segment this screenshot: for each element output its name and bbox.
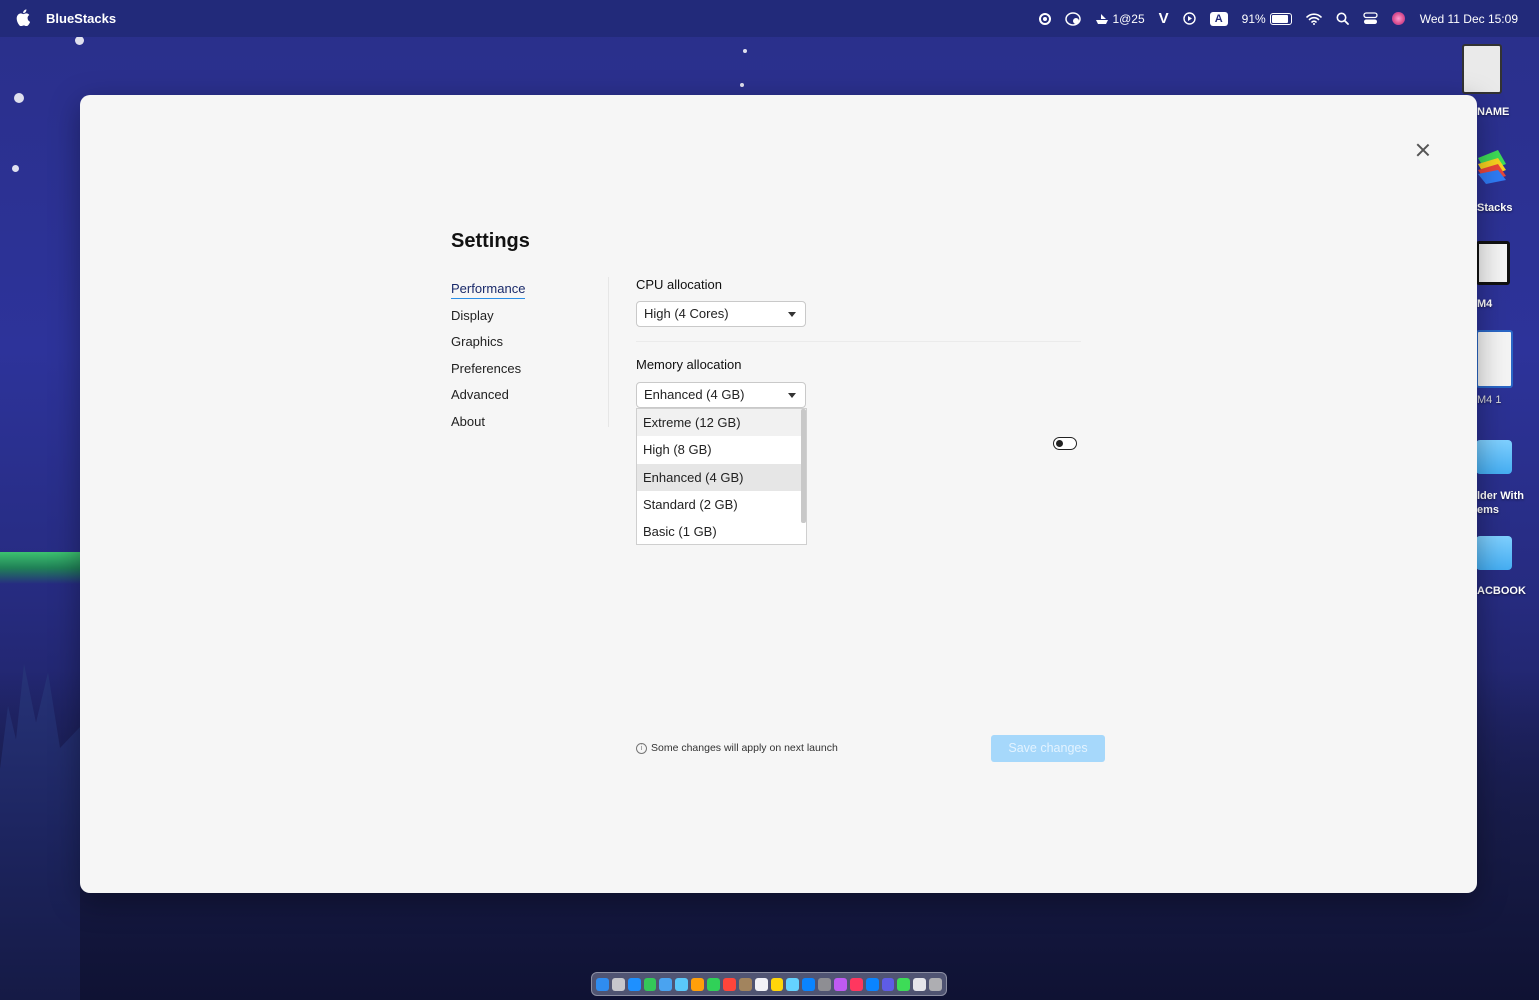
restart-note-text: Some changes will apply on next launch xyxy=(651,742,838,754)
folder-icon[interactable] xyxy=(1476,440,1512,474)
downloads-icon[interactable] xyxy=(913,977,927,991)
app-icon[interactable] xyxy=(881,977,895,991)
control-center-icon[interactable] xyxy=(1356,0,1385,37)
launchpad-icon[interactable] xyxy=(611,977,625,991)
dropdown-scrollbar[interactable] xyxy=(801,409,806,523)
messages-icon[interactable] xyxy=(643,977,657,991)
input-source[interactable]: A xyxy=(1203,0,1235,37)
toggle-knob xyxy=(1056,439,1063,447)
finder-icon[interactable] xyxy=(596,977,609,991)
desktop-icon-label: Stacks xyxy=(1477,202,1513,214)
memory-allocation-value: Enhanced (4 GB) xyxy=(644,387,745,402)
menu-bar: BlueStacks 1@25 V A 91% Wed 11 Dec 15:09 xyxy=(0,0,1539,37)
dropdown-option-standard[interactable]: Standard (2 GB) xyxy=(637,491,803,518)
dock xyxy=(591,972,947,996)
record-icon[interactable] xyxy=(1032,0,1058,37)
settings-window: Settings Performance Display Graphics Pr… xyxy=(80,95,1477,893)
maps-icon[interactable] xyxy=(675,977,689,991)
nav-item-about[interactable]: About xyxy=(451,414,485,429)
play-icon[interactable] xyxy=(1176,0,1203,37)
bluestacks-dock-icon[interactable] xyxy=(897,977,911,991)
dropdown-option-high[interactable]: High (8 GB) xyxy=(637,436,803,463)
section-divider xyxy=(636,341,1081,342)
desktop-icon-label: lder With ems xyxy=(1477,490,1524,516)
facetime-icon[interactable] xyxy=(707,977,720,991)
siri-icon[interactable] xyxy=(1385,0,1412,37)
close-icon[interactable] xyxy=(1414,141,1432,159)
screenshot-thumbnail-icon[interactable] xyxy=(1476,330,1513,388)
cpu-allocation-value: High (4 Cores) xyxy=(644,306,729,321)
dropdown-option-extreme[interactable]: Extreme (12 GB) xyxy=(637,409,803,436)
restart-note: i Some changes will apply on next launch xyxy=(636,742,838,754)
memory-allocation-dropdown: Extreme (12 GB) High (8 GB) Enhanced (4 … xyxy=(636,408,807,545)
menubar-right: 1@25 V A 91% Wed 11 Dec 15:09 xyxy=(1032,0,1525,37)
desktop-icon-label: M4 1 xyxy=(1477,394,1502,406)
contacts-icon[interactable] xyxy=(738,977,752,991)
app-icon[interactable] xyxy=(865,977,879,991)
memory-allocation-label: Memory allocation xyxy=(636,357,742,372)
apple-icon[interactable] xyxy=(16,9,30,26)
notes-icon[interactable] xyxy=(770,977,784,991)
input-source-label: A xyxy=(1209,11,1228,26)
clock[interactable]: Wed 11 Dec 15:09 xyxy=(1412,0,1525,37)
desktop-icon-label: ACBOOK xyxy=(1477,585,1526,597)
star xyxy=(14,93,24,103)
battery-percent: 91% xyxy=(1241,11,1266,26)
page-title: Settings xyxy=(451,230,530,252)
desktop-trees xyxy=(0,664,80,1000)
chevron-down-icon xyxy=(788,393,796,398)
nav-item-performance[interactable]: Performance xyxy=(451,281,526,299)
aurora xyxy=(0,552,90,584)
save-changes-button[interactable]: Save changes xyxy=(991,735,1105,762)
wifi-icon[interactable] xyxy=(1299,0,1329,37)
reminders-icon[interactable] xyxy=(754,977,768,991)
app-icon[interactable] xyxy=(833,977,847,991)
dropdown-option-basic[interactable]: Basic (1 GB) xyxy=(637,518,803,544)
bluestacks-icon[interactable] xyxy=(1476,148,1508,189)
nav-item-display[interactable]: Display xyxy=(451,308,494,323)
nav-item-graphics[interactable]: Graphics xyxy=(451,334,503,349)
folder-icon[interactable] xyxy=(1476,536,1512,570)
desktop-icon-label: M4 xyxy=(1477,298,1493,310)
trash-icon[interactable] xyxy=(929,977,942,991)
star xyxy=(75,36,84,45)
boat-icon xyxy=(1096,13,1109,24)
timer-item[interactable]: 1@25 xyxy=(1088,0,1151,37)
mail-icon[interactable] xyxy=(659,977,673,991)
timer-text: 1@25 xyxy=(1112,11,1145,26)
star xyxy=(743,49,747,53)
app-store-icon[interactable] xyxy=(802,977,816,991)
desktop-icon-label: NAME xyxy=(1477,106,1510,118)
spotlight-search-icon[interactable] xyxy=(1329,0,1356,37)
notification-icon[interactable] xyxy=(1058,0,1088,37)
nav-item-preferences[interactable]: Preferences xyxy=(451,361,521,376)
safari-icon[interactable] xyxy=(627,977,641,991)
chevron-down-icon xyxy=(788,312,796,317)
calendar-icon[interactable] xyxy=(722,977,736,991)
memory-allocation-select[interactable]: Enhanced (4 GB) xyxy=(636,382,806,408)
battery-status[interactable]: 91% xyxy=(1235,0,1299,37)
music-icon[interactable] xyxy=(849,977,863,991)
screenshot-thumbnail-icon[interactable] xyxy=(1476,241,1510,285)
system-settings-icon[interactable] xyxy=(818,977,831,991)
photos-icon[interactable] xyxy=(691,977,705,991)
v-menu-item[interactable]: V xyxy=(1152,0,1176,37)
nav-item-advanced[interactable]: Advanced xyxy=(451,387,509,402)
star xyxy=(740,83,744,87)
dropdown-option-enhanced[interactable]: Enhanced (4 GB) xyxy=(637,464,803,491)
info-icon: i xyxy=(636,742,647,754)
setting-toggle[interactable] xyxy=(1053,437,1077,450)
battery-icon xyxy=(1269,12,1292,25)
app-name[interactable]: BlueStacks xyxy=(46,11,116,26)
cpu-allocation-label: CPU allocation xyxy=(636,277,722,292)
cpu-allocation-select[interactable]: High (4 Cores) xyxy=(636,301,806,327)
freeform-icon[interactable] xyxy=(786,977,800,991)
star xyxy=(12,165,19,172)
sd-card-icon[interactable] xyxy=(1462,44,1502,94)
nav-divider xyxy=(608,277,609,427)
